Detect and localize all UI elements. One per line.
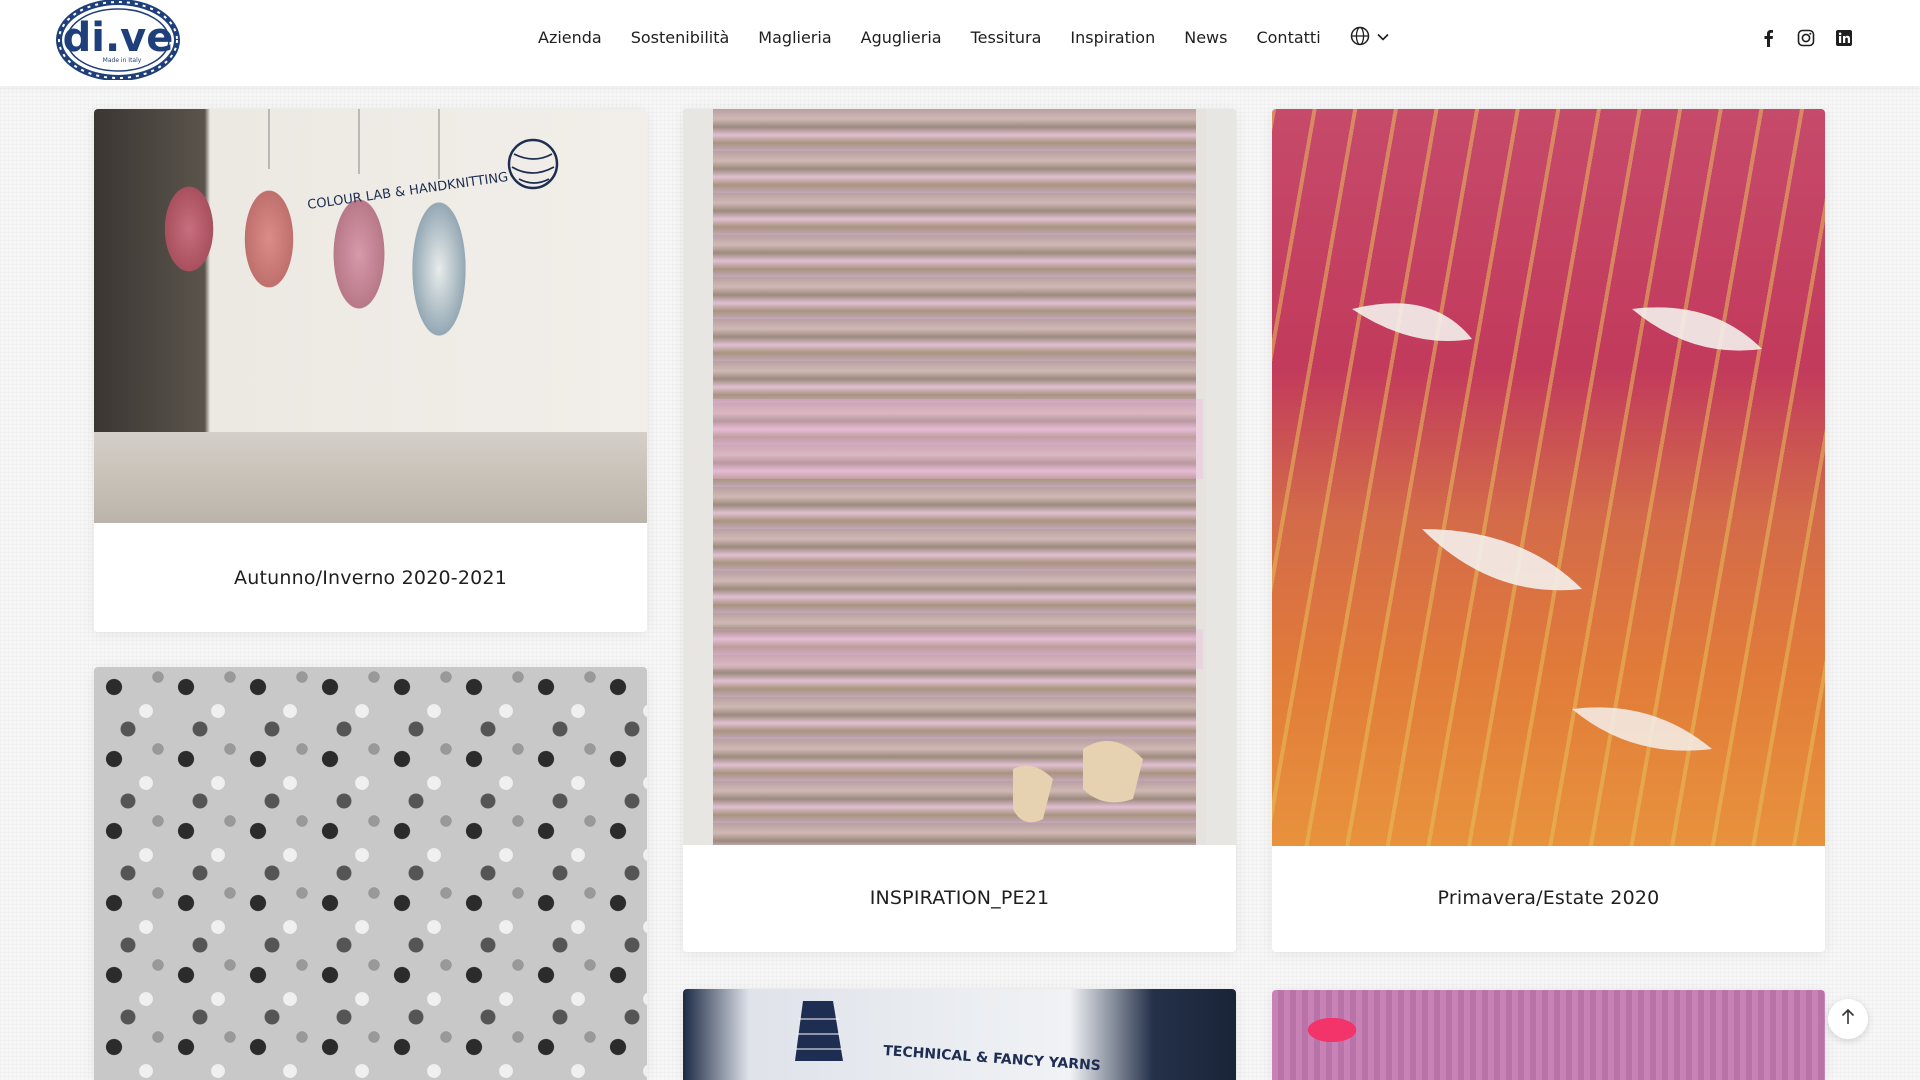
nav-item-contatti[interactable]: Contatti: [1256, 26, 1320, 50]
gallery-card[interactable]: Primavera/Estate 2020: [1272, 109, 1825, 952]
nav-item-azienda[interactable]: Azienda: [538, 26, 602, 50]
social-links: [1758, 26, 1854, 50]
yarn-ball-icon: [507, 138, 559, 190]
showroom-sign-text: TECHNICAL & FANCY YARNS: [883, 1043, 1102, 1074]
gallery-card[interactable]: [94, 667, 647, 1080]
showroom-sign-text: COLOUR LAB & HANDKNITTING: [306, 170, 509, 213]
card-image[interactable]: TECHNICAL & FANCY YARNS: [683, 989, 1236, 1080]
arrow-up-icon: [1840, 1008, 1856, 1030]
gallery-card[interactable]: INSPIRATION_PE21: [683, 109, 1236, 952]
scroll-to-top-button[interactable]: [1828, 999, 1868, 1039]
brand-tagline: Made in Italy: [103, 57, 142, 64]
nav-item-sostenibilita[interactable]: Sostenibilità: [631, 26, 730, 50]
card-image[interactable]: [1272, 990, 1825, 1080]
nav-item-aguglieria[interactable]: Aguglieria: [861, 26, 942, 50]
site-header: di.ve Made in Italy Azienda Sostenibilit…: [0, 0, 1920, 86]
gallery-card[interactable]: TECHNICAL & FANCY YARNS: [683, 989, 1236, 1080]
nav-item-inspiration[interactable]: Inspiration: [1070, 26, 1155, 50]
nav-item-maglieria[interactable]: Maglieria: [758, 26, 831, 50]
yarn-cone-icon: [795, 1001, 843, 1061]
main-nav: Azienda Sostenibilità Maglieria Aguglier…: [538, 26, 1390, 50]
card-caption[interactable]: INSPIRATION_PE21: [683, 887, 1236, 909]
linkedin-icon[interactable]: [1834, 28, 1854, 48]
globe-icon: [1350, 26, 1370, 50]
card-image[interactable]: [1272, 109, 1825, 846]
card-caption[interactable]: Primavera/Estate 2020: [1272, 887, 1825, 909]
nav-item-tessitura[interactable]: Tessitura: [971, 26, 1042, 50]
card-image[interactable]: [94, 667, 647, 1080]
card-caption[interactable]: Autunno/Inverno 2020-2021: [94, 567, 647, 589]
chevron-down-icon: [1376, 29, 1390, 48]
brand-logo[interactable]: di.ve Made in Italy: [56, 0, 180, 81]
nav-item-news[interactable]: News: [1184, 26, 1227, 50]
instagram-icon[interactable]: [1796, 28, 1816, 48]
card-image[interactable]: [683, 109, 1236, 845]
gallery-card[interactable]: [1272, 990, 1825, 1080]
language-selector[interactable]: [1350, 26, 1390, 50]
card-image[interactable]: COLOUR LAB & HANDKNITTING: [94, 109, 647, 523]
facebook-icon[interactable]: [1758, 28, 1778, 48]
brand-name: di.ve: [63, 15, 174, 61]
gallery-card[interactable]: COLOUR LAB & HANDKNITTING Autunno/Invern…: [94, 109, 647, 632]
